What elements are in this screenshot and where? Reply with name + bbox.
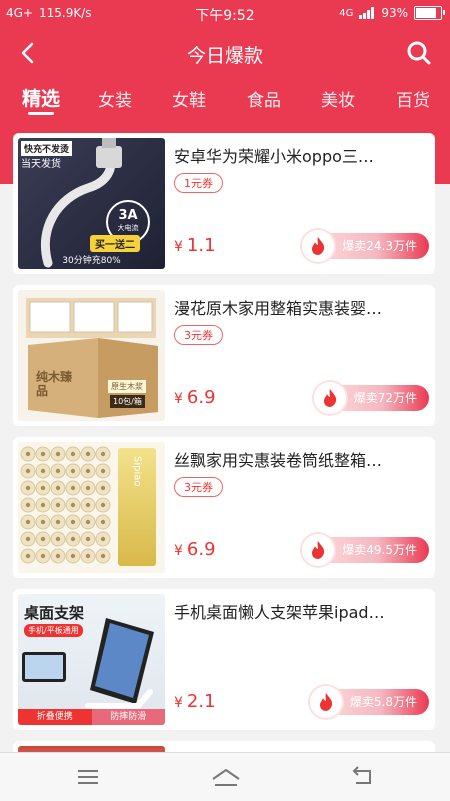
tab-baihuo[interactable]: 百货: [396, 86, 430, 111]
signal-icon: [359, 7, 375, 19]
page-title: 今日爆款: [186, 45, 263, 67]
tab-nvzhuang[interactable]: 女装: [98, 86, 132, 111]
charge-note: 30分钟充80%: [62, 256, 121, 266]
product-price: ¥2.1: [174, 691, 216, 712]
home-icon: [212, 769, 240, 786]
sales-badge: 爆卖49.5万件: [300, 534, 429, 566]
menu-icon: [78, 770, 98, 784]
product-card[interactable]: 纯木臻品 原生木浆 10包/箱 漫花原木家用整箱实惠装婴… 3元券 ¥6.9 爆…: [13, 285, 435, 426]
product-title: 手机桌面懒人支架苹果ipad…: [174, 603, 385, 622]
thumb-brand: Sipiao: [131, 456, 143, 487]
search-button[interactable]: [406, 40, 432, 66]
search-icon: [407, 41, 431, 65]
sales-badge: 爆卖24.3万件: [300, 230, 429, 262]
product-title: 丝飘家用实惠装卷筒纸整箱…: [174, 451, 383, 470]
tab-shipin[interactable]: 食品: [247, 86, 281, 111]
signal-label: 4G: [339, 7, 354, 19]
coupon-badge: 3元券: [174, 477, 223, 497]
product-thumbnail: 桌面支架 手机/平板通用 折叠便携 防摔防滑: [18, 594, 165, 725]
system-nav-bar: [0, 752, 450, 801]
app-header: 今日爆款: [0, 28, 450, 78]
back-nav-button[interactable]: [350, 765, 378, 789]
product-price: ¥6.9: [174, 539, 216, 560]
thumb-footer: 折叠便携 防摔防滑: [18, 709, 165, 725]
product-list: 快充不发烫 当天发货 3A 大电流 买一送二 30分钟充80% 安卓华为荣耀小米…: [13, 133, 435, 792]
category-tabs: 精选 女装 女鞋 食品 美妆 百货: [0, 78, 450, 124]
return-icon: [352, 766, 371, 784]
tab-nvxie[interactable]: 女鞋: [172, 86, 206, 111]
product-title: 漫花原木家用整箱实惠装婴…: [174, 299, 383, 318]
product-thumbnail: 快充不发烫 当天发货 3A 大电流 买一送二 30分钟充80%: [18, 138, 165, 269]
thumb-label-pulp: 原生木浆: [108, 380, 146, 393]
fire-icon: [309, 686, 342, 718]
menu-button[interactable]: [76, 765, 104, 789]
fire-icon: [302, 534, 335, 566]
tab-meizhuang[interactable]: 美妆: [321, 86, 355, 111]
thumb-label-count: 10包/箱: [110, 395, 145, 408]
thumb-brand: 纯木臻品: [36, 370, 73, 398]
fire-icon: [302, 230, 335, 262]
home-button[interactable]: [210, 765, 244, 789]
product-card[interactable]: Sipiao 丝飘家用实惠装卷筒纸整箱… 3元券 ¥6.9 爆卖49.5万件: [13, 437, 435, 578]
product-thumbnail: Sipiao: [18, 442, 165, 573]
active-tab-indicator: [28, 112, 55, 115]
coupon-badge: 3元券: [174, 325, 223, 345]
product-card[interactable]: 快充不发烫 当天发货 3A 大电流 买一送二 30分钟充80% 安卓华为荣耀小米…: [13, 133, 435, 274]
sales-badge: 爆卖5.8万件: [307, 686, 429, 718]
promo-banner: 买一送二: [90, 235, 140, 252]
package-illustration: Sipiao: [118, 448, 156, 566]
status-bar: 4G+ 115.9K/s 下午9:52 4G 93%: [0, 0, 450, 28]
product-title: 安卓华为荣耀小米oppo三…: [174, 147, 374, 166]
stand-illustration: [22, 618, 154, 709]
battery-icon: [414, 6, 445, 20]
sales-badge: 爆卖72万件: [311, 382, 429, 414]
fire-icon: [313, 382, 346, 414]
product-price: ¥1.1: [174, 235, 216, 256]
battery-percent: 93%: [381, 6, 408, 20]
product-thumbnail: 纯木臻品 原生木浆 10包/箱: [18, 290, 165, 421]
tab-jingxuan[interactable]: 精选: [22, 84, 60, 115]
product-card[interactable]: 桌面支架 手机/平板通用 折叠便携 防摔防滑 手机桌面懒人支架苹果ipad… ¥…: [13, 589, 435, 730]
coupon-badge: 1元券: [174, 173, 223, 193]
product-price: ¥6.9: [174, 387, 216, 408]
